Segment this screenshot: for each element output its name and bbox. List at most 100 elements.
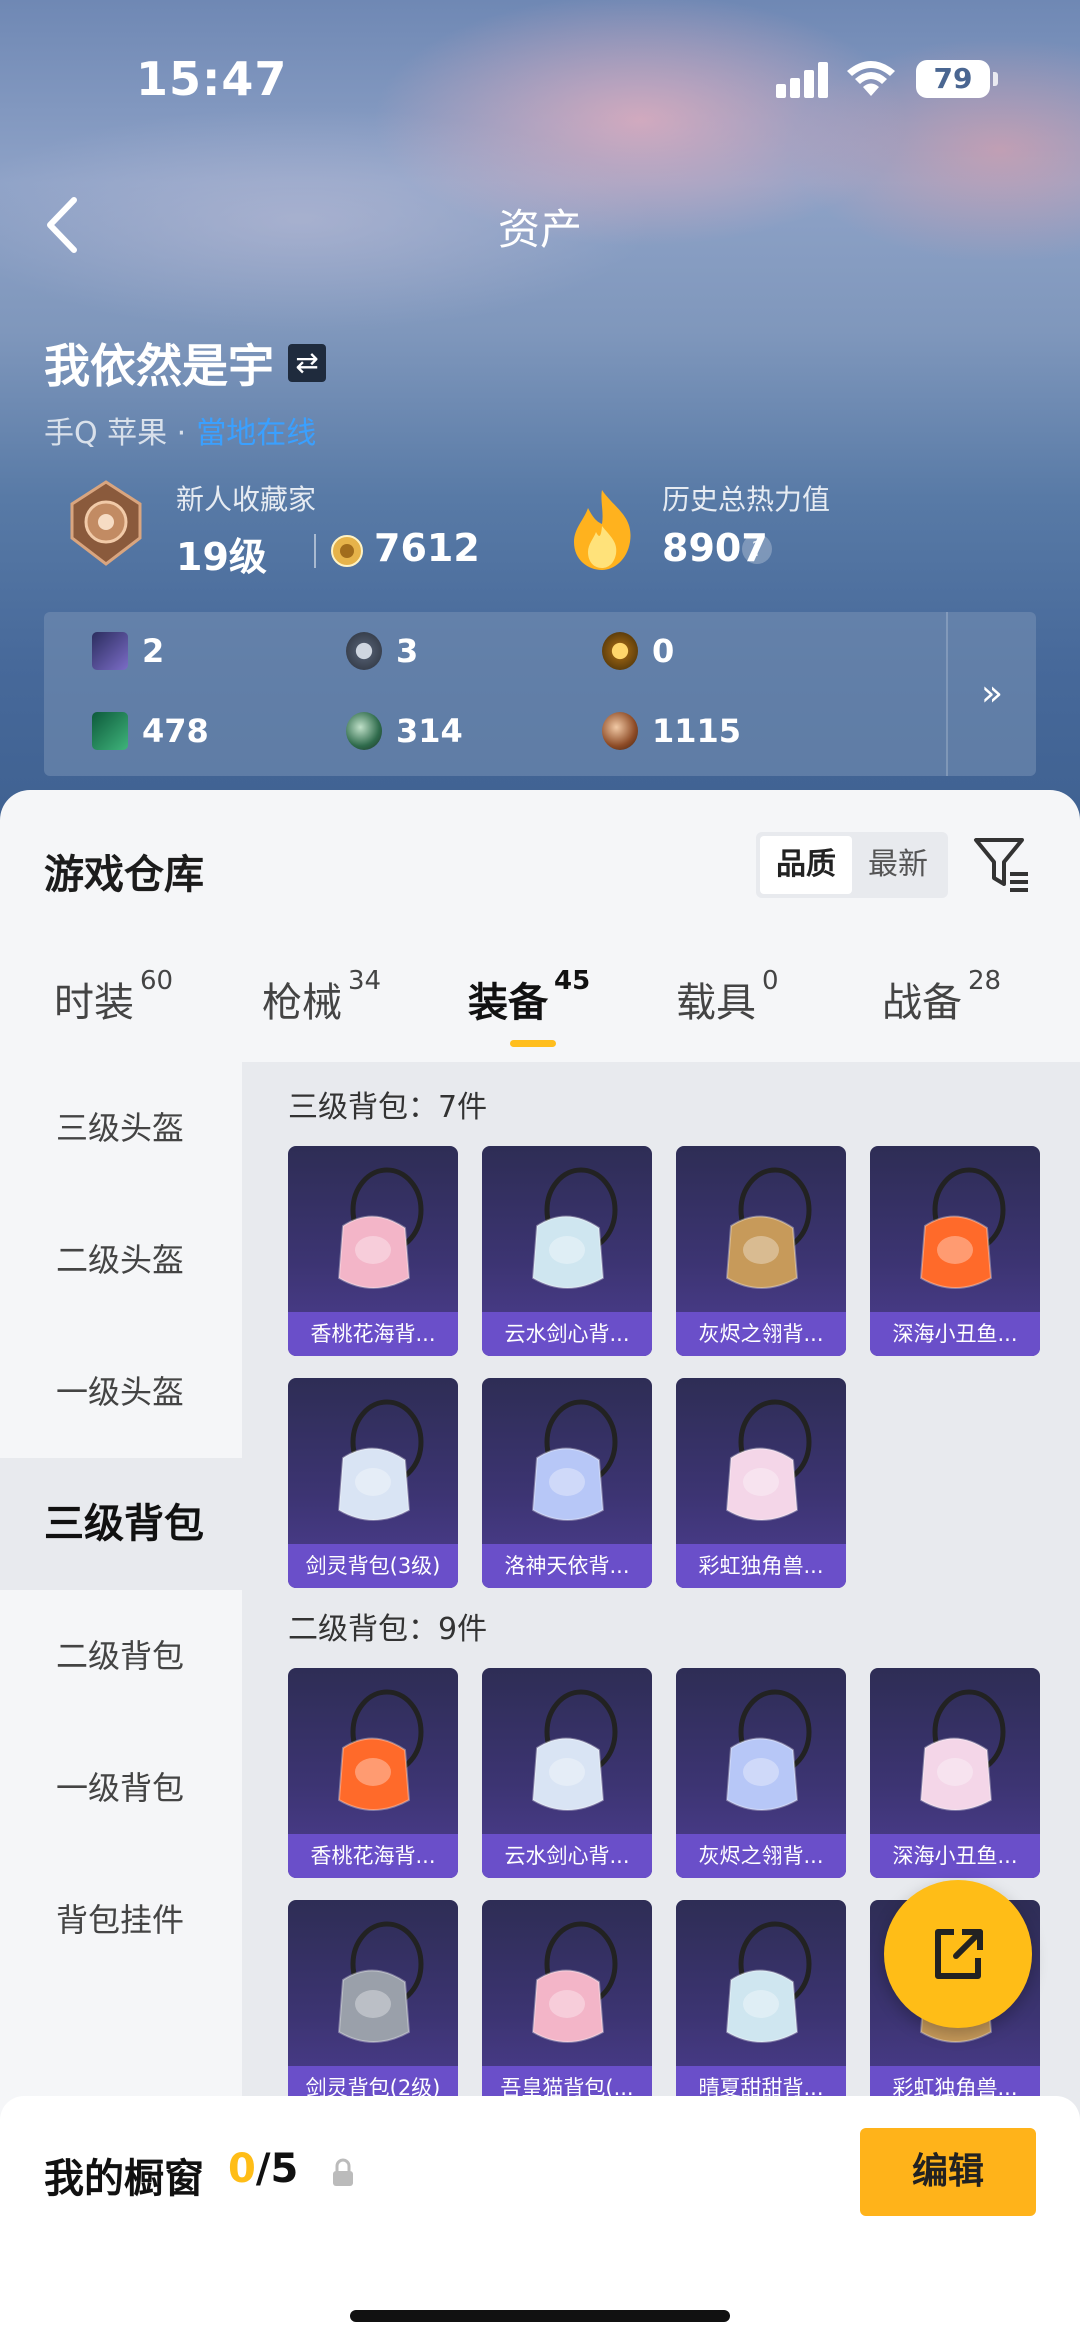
backpack-item[interactable]: 香桃花海背... xyxy=(288,1146,458,1356)
backpack-icon xyxy=(507,1688,627,1828)
collector-level[interactable]: 新人收藏家 19级 7612 xyxy=(60,470,560,590)
coin-icon xyxy=(331,535,363,567)
showcase-current: 0 xyxy=(228,2146,256,2192)
tab-count: 45 xyxy=(554,966,591,996)
green-card-icon xyxy=(92,712,128,750)
stat-card: 2 xyxy=(92,632,164,670)
backpack-item[interactable]: 洛神天依背... xyxy=(482,1378,652,1588)
backpack-item[interactable]: 深海小丑鱼... xyxy=(870,1146,1040,1356)
side-item-helmet-2[interactable]: 二级头盔 xyxy=(0,1194,242,1326)
home-indicator xyxy=(350,2310,730,2322)
backpack-item[interactable]: 云水剑心背... xyxy=(482,1146,652,1356)
tab-label: 载具 xyxy=(676,980,756,1026)
tab-label: 枪械 xyxy=(262,980,342,1026)
switch-account-icon[interactable]: ⇄ xyxy=(288,344,326,382)
status-bar: 15:47 79 xyxy=(0,0,1080,150)
badge-a-icon xyxy=(602,632,638,670)
showcase-bar: 我的橱窗 0/5 编辑 xyxy=(0,2096,1080,2341)
side-item-backpack-2[interactable]: 二级背包 xyxy=(0,1590,242,1722)
stat-green-card: 478 xyxy=(92,712,209,750)
platform-label: 手Q 苹果 · xyxy=(44,416,187,451)
chevron-double-right-icon[interactable]: » xyxy=(946,612,1036,776)
side-item-backpack-charm[interactable]: 背包挂件 xyxy=(0,1854,242,1986)
backpack-item[interactable]: 吾皇猫背包(... xyxy=(482,1900,652,2110)
collector-title: 新人收藏家 xyxy=(176,483,317,516)
backpack-item[interactable]: 深海小丑鱼... xyxy=(870,1668,1040,1878)
warehouse-title: 游戏仓库 xyxy=(44,852,204,898)
currency-stats-panel[interactable]: 2 3 0 478 314 1115 » xyxy=(44,612,1036,776)
backpack-item[interactable]: 彩虹独角兽... xyxy=(676,1378,846,1588)
help-icon[interactable]: ? xyxy=(742,534,772,564)
coin-value: 7612 xyxy=(374,526,480,570)
share-button[interactable] xyxy=(884,1880,1032,2028)
sub-category-nav: 三级头盔 二级头盔 一级头盔 三级背包 二级背包 一级背包 背包挂件 xyxy=(0,1062,242,2162)
stat-value: 0 xyxy=(652,632,675,670)
sort-quality-button[interactable]: 品质 xyxy=(760,836,852,894)
backpack-item[interactable]: 灰烬之翎背... xyxy=(676,1668,846,1878)
showcase-total: /5 xyxy=(255,2146,299,2192)
filter-icon[interactable] xyxy=(972,834,1032,894)
edit-button[interactable]: 编辑 xyxy=(860,2128,1036,2216)
item-name: 洛神天依背... xyxy=(482,1544,652,1588)
backpack-icon xyxy=(701,1166,821,1306)
tab-count: 34 xyxy=(348,966,382,996)
stat-bronze-orb: 1115 xyxy=(602,712,741,750)
sort-latest-button[interactable]: 最新 xyxy=(852,836,944,894)
side-item-backpack-1[interactable]: 一级背包 xyxy=(0,1722,242,1854)
lock-icon xyxy=(333,2158,353,2186)
stat-value: 3 xyxy=(396,632,419,670)
item-name: 深海小丑鱼... xyxy=(870,1834,1040,1878)
stat-value: 478 xyxy=(142,712,209,750)
category-tabs: 时装 60 枪械 34 装备 45 载具 0 战备 28 xyxy=(0,966,1080,1050)
backpack-item[interactable]: 剑灵背包(3级) xyxy=(288,1378,458,1588)
heat-value-block[interactable]: 历史总热力值 8907 ? xyxy=(560,470,1040,590)
backpack-item[interactable]: 香桃花海背... xyxy=(288,1668,458,1878)
battery-icon: 79 xyxy=(916,60,998,98)
tab-vehicles[interactable]: 载具 0 xyxy=(676,966,779,1028)
tab-supplies[interactable]: 战备 28 xyxy=(882,966,1001,1028)
showcase-label: 我的橱窗 xyxy=(44,2156,204,2202)
backpack-icon xyxy=(701,1398,821,1538)
backpack-icon xyxy=(313,1688,433,1828)
backpack-item[interactable]: 晴夏甜甜背... xyxy=(676,1900,846,2110)
badge-s-icon xyxy=(346,632,382,670)
stat-badge-s: 3 xyxy=(346,632,418,670)
username: 我依然是宇 xyxy=(44,339,274,393)
tab-equipment[interactable]: 装备 45 xyxy=(468,966,590,1028)
item-name: 香桃花海背... xyxy=(288,1312,458,1356)
tab-label: 时装 xyxy=(54,980,134,1026)
side-item-helmet-1[interactable]: 一级头盔 xyxy=(0,1326,242,1458)
side-item-backpack-3[interactable]: 三级背包 xyxy=(0,1458,242,1590)
backpack-icon xyxy=(895,1166,1015,1306)
wifi-icon xyxy=(847,61,895,96)
cellular-signal-icon xyxy=(776,62,830,98)
section-title: 二级背包：9件 xyxy=(288,1612,488,1647)
online-status: 當地在线 xyxy=(196,416,317,451)
backpack-icon xyxy=(507,1920,627,2060)
backpack-icon xyxy=(507,1398,627,1538)
tab-count: 60 xyxy=(140,966,174,996)
side-item-helmet-3[interactable]: 三级头盔 xyxy=(0,1062,242,1194)
tab-label: 装备 xyxy=(468,980,548,1026)
flame-icon xyxy=(574,490,631,570)
tab-label: 战备 xyxy=(882,980,962,1026)
item-name: 云水剑心背... xyxy=(482,1312,652,1356)
backpack-item[interactable]: 剑灵背包(2级) xyxy=(288,1900,458,2110)
item-name: 剑灵背包(3级) xyxy=(288,1544,458,1588)
stat-value: 2 xyxy=(142,632,165,670)
backpack-item[interactable]: 灰烬之翎背... xyxy=(676,1146,846,1356)
tab-fashion[interactable]: 时装 60 xyxy=(54,966,173,1028)
stat-green-orb: 314 xyxy=(346,712,463,750)
backpack-item[interactable]: 云水剑心背... xyxy=(482,1668,652,1878)
tab-firearms[interactable]: 枪械 34 xyxy=(262,966,381,1028)
item-name: 彩虹独角兽... xyxy=(676,1544,846,1588)
active-tab-indicator xyxy=(510,1040,556,1047)
green-orb-icon xyxy=(346,712,382,750)
divider xyxy=(314,534,316,568)
username-row: 我依然是宇 ⇄ xyxy=(44,330,326,396)
section-title: 三级背包：7件 xyxy=(288,1090,488,1125)
header-background: 15:47 79 资产 我依然是宇 ⇄ 手Q 苹果 · 當地在线 新人收藏家 19… xyxy=(0,0,1080,830)
heat-label: 历史总热力值 xyxy=(662,483,831,516)
collector-level-value: 19级 xyxy=(176,535,267,579)
tab-count: 28 xyxy=(968,966,1002,996)
